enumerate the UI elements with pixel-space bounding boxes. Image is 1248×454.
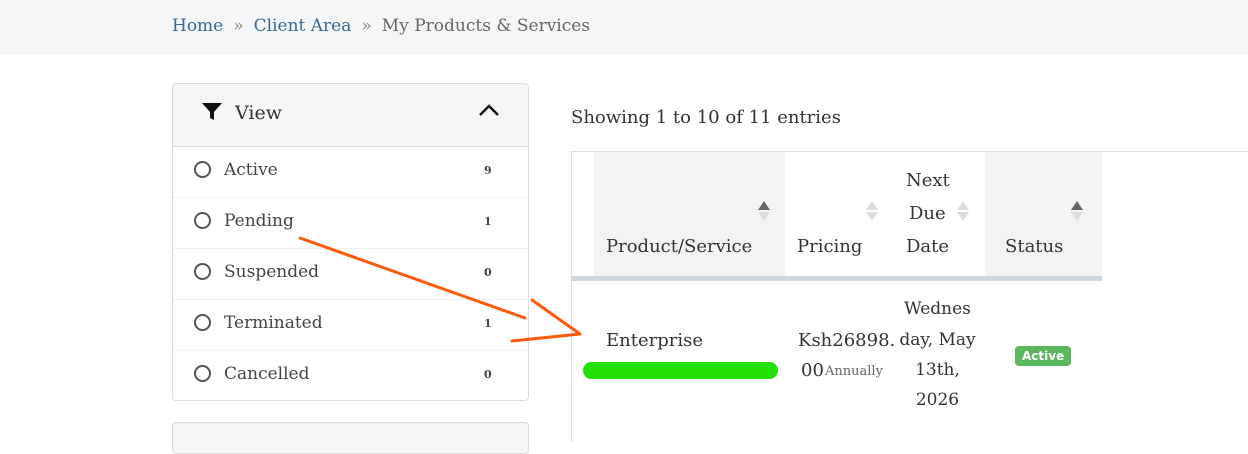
- annotation-arrow: [298, 236, 582, 343]
